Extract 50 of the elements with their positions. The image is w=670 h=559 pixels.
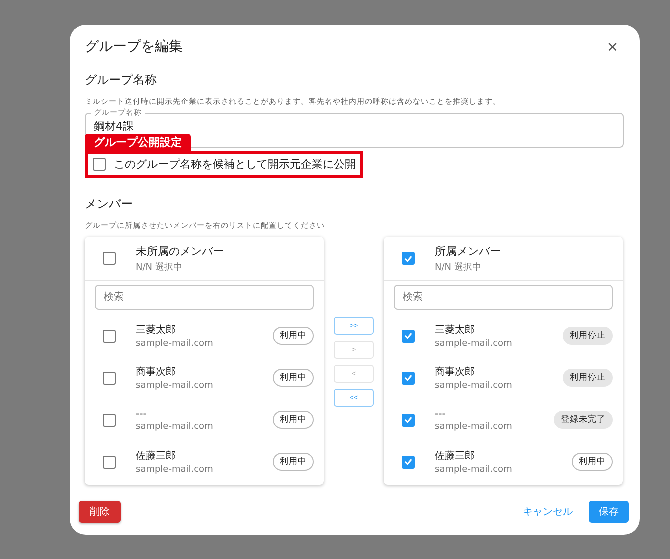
checkbox[interactable] [402, 372, 415, 384]
member-name: 佐藤三郎 [435, 450, 476, 463]
selection-count: N/N 選択中 [435, 262, 482, 274]
status-chip: 利用中 [273, 369, 314, 387]
cancel-button[interactable]: キャンセル [523, 505, 573, 519]
checkbox[interactable] [93, 158, 106, 171]
checkbox[interactable] [103, 456, 116, 468]
checkbox[interactable] [402, 330, 415, 342]
member-email: sample-mail.com [435, 465, 514, 475]
status-chip: 利用停止 [563, 369, 613, 387]
member-name: 佐藤三郎 [136, 450, 177, 463]
member-email: sample-mail.com [435, 381, 514, 391]
status-chip: 利用中 [273, 327, 314, 345]
search-field[interactable]: 検索 [95, 285, 314, 310]
list-title: 所属メンバー [435, 244, 501, 258]
checkbox[interactable] [103, 372, 116, 384]
checkbox[interactable] [103, 330, 116, 342]
member-name: 三菱太郎 [435, 324, 476, 337]
close-button[interactable]: × [601, 38, 624, 56]
checkbox[interactable] [402, 456, 415, 468]
member-email: sample-mail.com [136, 422, 214, 432]
member-email: sample-mail.com [136, 465, 214, 475]
checkbox[interactable] [402, 414, 415, 426]
checkbox-label: このグループ名称を候補として開示元企業に公開 [114, 157, 356, 172]
save-button[interactable]: 保存 [589, 501, 629, 523]
dialog-title: グループを編集 [85, 38, 183, 56]
status-chip: 利用中 [572, 453, 613, 471]
search-field[interactable]: 検索 [394, 285, 613, 310]
status-chip: 利用停止 [563, 327, 613, 345]
status-chip: 利用中 [273, 411, 314, 429]
checkbox[interactable] [103, 252, 116, 265]
selection-count: N/N 選択中 [136, 262, 184, 274]
section-heading: メンバー [85, 196, 134, 213]
member-email: sample-mail.com [136, 339, 214, 349]
member-name: 三菱太郎 [136, 324, 177, 337]
status-chip: 利用中 [273, 453, 314, 471]
member-name: --- [435, 408, 447, 420]
member-name: 商事次郎 [136, 366, 177, 379]
annotation-label: グループ公開設定 [85, 134, 191, 151]
member-email: sample-mail.com [435, 339, 514, 349]
member-name: 商事次郎 [435, 366, 476, 379]
status-chip: 登録未完了 [554, 411, 613, 429]
checkbox[interactable] [402, 252, 415, 265]
section-heading: グループ名称 [85, 72, 158, 89]
member-name: --- [136, 408, 148, 420]
member-email: sample-mail.com [136, 381, 214, 391]
delete-button[interactable]: 削除 [79, 501, 121, 523]
list-title: 未所属のメンバー [136, 244, 224, 258]
checkbox[interactable] [103, 414, 116, 426]
member-email: sample-mail.com [435, 422, 514, 432]
